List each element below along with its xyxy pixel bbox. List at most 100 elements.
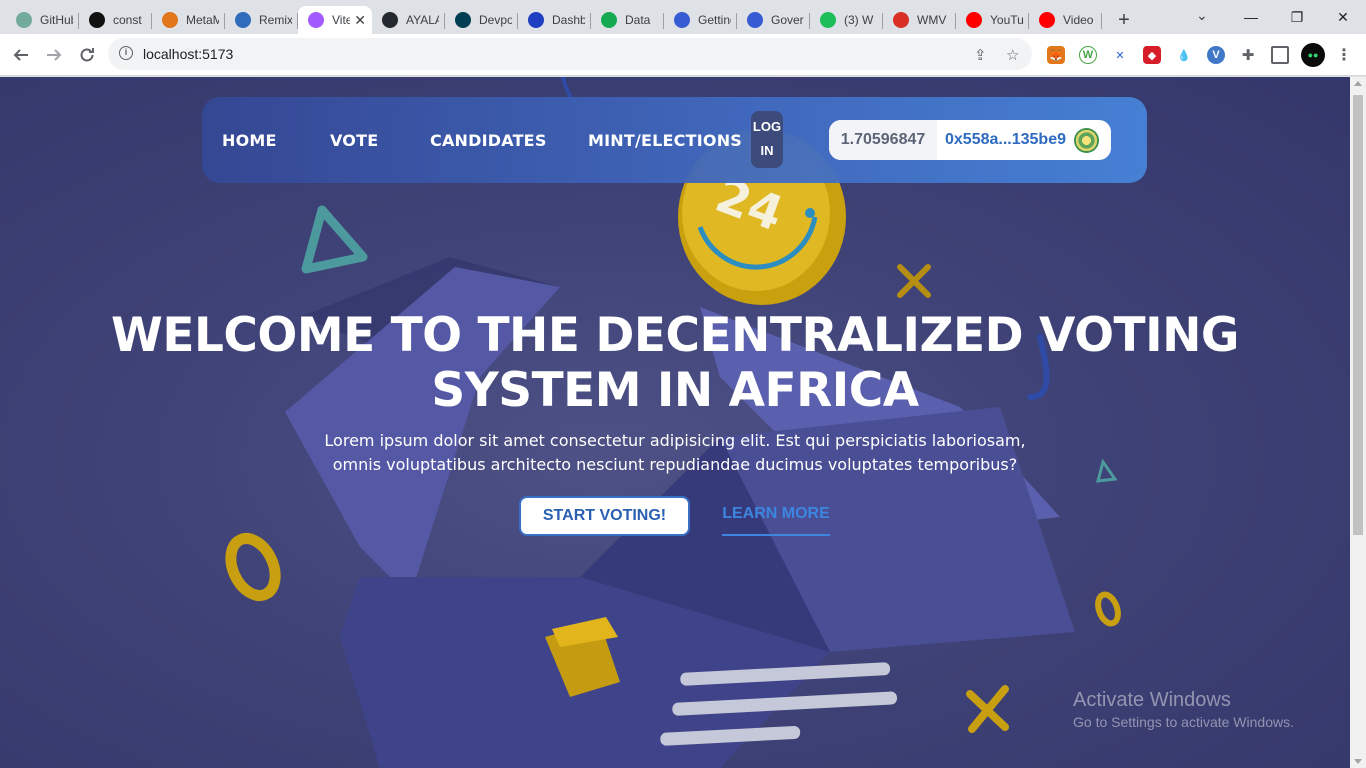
- browser-tab[interactable]: Remix: [225, 6, 298, 34]
- tab-title: (3) W: [844, 13, 874, 27]
- nav-link-mint-elections[interactable]: MINT/ELECTIONS: [588, 131, 742, 150]
- windows-watermark-subtitle: Go to Settings to activate Windows.: [1073, 714, 1294, 730]
- browser-tab[interactable]: (3) W: [810, 6, 883, 34]
- reload-icon[interactable]: [75, 43, 99, 67]
- url-text[interactable]: localhost:5173: [143, 46, 233, 62]
- chainlink-icon: [747, 12, 763, 28]
- bookmark-star-icon[interactable]: ☆: [1006, 46, 1019, 64]
- windows-watermark-title: Activate Windows: [1073, 689, 1231, 711]
- alchemy-icon: [528, 12, 544, 28]
- login-label-line2: IN: [760, 143, 774, 158]
- tab-close-icon[interactable]: ✕: [354, 12, 366, 29]
- hero-subtitle-line2: omnis voluptatibus architecto nesciunt r…: [332, 455, 1018, 474]
- wm-extension-icon[interactable]: W: [1079, 46, 1097, 64]
- login-button[interactable]: LOG IN: [751, 111, 783, 168]
- tab-list: GitHub const MetaMask Remix Vite✕ AYALA Devpos…: [0, 0, 1102, 34]
- profile-avatar[interactable]: ●●: [1301, 43, 1325, 67]
- hero-subtitle: Lorem ipsum dolor sit amet consectetur a…: [0, 429, 1350, 477]
- forward-arrow-icon[interactable]: [42, 43, 66, 67]
- scroll-up-arrow-icon[interactable]: [1354, 81, 1362, 86]
- droplet-extension-icon[interactable]: 💧: [1175, 46, 1193, 64]
- tab-title: AYALA: [406, 13, 439, 27]
- tab-title: MetaMask: [186, 13, 219, 27]
- browser-tab[interactable]: const: [79, 6, 152, 34]
- site-info-icon[interactable]: i: [119, 46, 133, 60]
- minimize-button[interactable]: —: [1228, 9, 1274, 25]
- v-extension-icon[interactable]: V: [1207, 46, 1225, 64]
- browser-tab[interactable]: Devpost: [445, 6, 518, 34]
- share-icon[interactable]: ⇪: [974, 46, 987, 64]
- browser-tab[interactable]: Governance: [737, 6, 810, 34]
- tab-title: GitHub: [40, 13, 73, 27]
- browser-tab[interactable]: Video: [1029, 6, 1102, 34]
- p-logo-icon: [89, 12, 105, 28]
- red-extension-icon[interactable]: ◆: [1143, 46, 1161, 64]
- browser-tab[interactable]: AYALA: [372, 6, 445, 34]
- tab-title: WMV: [917, 13, 947, 27]
- tab-search-chevron-icon[interactable]: ⌄: [1196, 7, 1208, 24]
- new-tab-button[interactable]: +: [1110, 6, 1138, 34]
- devpost-icon: [455, 12, 471, 28]
- browser-tab[interactable]: Vite ✕: [298, 6, 372, 34]
- tab-title: Governance: [771, 13, 804, 27]
- tab-title: YouTube: [990, 13, 1023, 27]
- cloud-icon: [893, 12, 909, 28]
- wallet-avatar-icon: [1074, 128, 1099, 153]
- tab-title: Devpost: [479, 13, 512, 27]
- window-controls: — ❐ ✕: [1228, 0, 1366, 34]
- metamask-extension-icon[interactable]: 🦊: [1047, 46, 1065, 64]
- tab-title: Data: [625, 13, 651, 27]
- remix-icon: [235, 12, 251, 28]
- metamask-fox-icon: [162, 12, 178, 28]
- restore-button[interactable]: ❐: [1274, 9, 1320, 26]
- wallet-balance: 1.70596847: [829, 120, 937, 160]
- close-window-button[interactable]: ✕: [1320, 9, 1366, 26]
- side-panel-icon[interactable]: [1271, 46, 1289, 64]
- chainlink-icon: [674, 12, 690, 28]
- tab-title: Vite: [332, 13, 351, 27]
- nav-link-home[interactable]: HOME: [222, 131, 277, 150]
- browser-tab[interactable]: GitHub: [6, 6, 79, 34]
- address-bar[interactable]: i localhost:5173 ⇪ ☆: [108, 38, 1032, 70]
- mongodb-leaf-icon: [601, 12, 617, 28]
- hero-subtitle-line1: Lorem ipsum dolor sit amet consectetur a…: [324, 431, 1026, 450]
- vite-icon: [308, 12, 324, 28]
- tab-title: Video: [1063, 13, 1094, 27]
- scrollbar-thumb[interactable]: [1353, 95, 1363, 535]
- learn-more-link[interactable]: LEARN MORE: [722, 502, 830, 536]
- x-extension-icon[interactable]: ✕: [1111, 46, 1129, 64]
- extensions-puzzle-icon[interactable]: ✚: [1239, 46, 1257, 64]
- youtube-icon: [1039, 12, 1055, 28]
- youtube-icon: [966, 12, 982, 28]
- main-navbar: HOME VOTE CANDIDATES MINT/ELECTIONS LOG …: [202, 97, 1147, 183]
- hero-title: WELCOME TO THE DECENTRALIZED VOTING SYST…: [0, 308, 1350, 418]
- browser-tab[interactable]: YouTube: [956, 6, 1029, 34]
- tab-title: Getting: [698, 13, 731, 27]
- chatgpt-icon: [16, 12, 32, 28]
- browser-tab[interactable]: WMV: [883, 6, 956, 34]
- webpage: 24 HOME VOTE CANDIDATES MINT/ELECTIONS L…: [0, 77, 1350, 768]
- wallet-address: 0x558a...135be9: [945, 131, 1066, 148]
- hero-title-line1: WELCOME TO THE DECENTRALIZED VOTING: [111, 308, 1239, 363]
- tab-title: Dashboard: [552, 13, 585, 27]
- browser-menu-icon[interactable]: ⋮: [1335, 46, 1353, 64]
- tab-strip: GitHubconstMetaMaskRemixVite✕AYALADevpos…: [0, 0, 1366, 34]
- scroll-down-arrow-icon[interactable]: [1354, 759, 1362, 764]
- github-icon: [382, 12, 398, 28]
- browser-toolbar: i localhost:5173 ⇪ ☆ 🦊 W ✕ ◆ 💧 V ✚ ●● ⋮: [0, 34, 1366, 76]
- nav-link-candidates[interactable]: CANDIDATES: [430, 131, 547, 150]
- page-scrollbar[interactable]: [1350, 77, 1366, 768]
- browser-tab[interactable]: Data: [591, 6, 664, 34]
- browser-tab[interactable]: Getting: [664, 6, 737, 34]
- tab-title: const: [113, 13, 142, 27]
- login-label-line1: LOG: [752, 119, 782, 134]
- number-badge-icon: [820, 12, 836, 28]
- browser-tab[interactable]: MetaMask: [152, 6, 225, 34]
- nav-link-vote[interactable]: VOTE: [330, 131, 378, 150]
- back-arrow-icon[interactable]: [9, 43, 33, 67]
- hero-title-line2: SYSTEM IN AFRICA: [431, 363, 919, 418]
- start-voting-button[interactable]: START VOTING!: [519, 496, 690, 536]
- tab-title: Remix: [259, 13, 292, 27]
- wallet-connect-button[interactable]: 1.70596847 0x558a...135be9: [829, 120, 1111, 160]
- browser-tab[interactable]: Dashboard: [518, 6, 591, 34]
